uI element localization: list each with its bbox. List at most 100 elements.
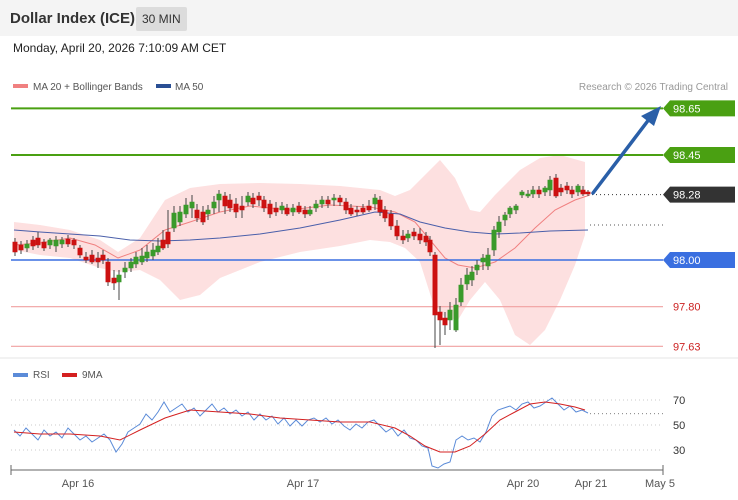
candle-body [519,191,525,196]
candle-body [388,213,394,227]
candle-body [41,241,47,249]
candle-body [122,267,128,273]
level-label-98.65: 98.65 [673,103,701,115]
candle-body [427,239,433,253]
candle-body [553,177,559,197]
candle-body [256,195,262,201]
candle-body [558,187,564,193]
candle-body [442,317,448,326]
candle-body [155,245,161,253]
candle-body [279,205,285,211]
candle-body [71,239,77,246]
candle-body [580,189,586,195]
candle-body [569,189,575,195]
x-tick-apr-17: Apr 17 [287,478,319,490]
candle-body [24,243,30,249]
candle-body [585,191,591,195]
candle-body [474,264,480,271]
time-axis: Apr 16 Apr 17 Apr 20 Apr 21 May 5 [10,465,675,490]
candle-body [469,271,475,281]
candle-body [337,197,343,203]
candle-body [200,211,206,223]
candle-body [343,201,349,211]
candle-body [296,205,302,213]
candle-body [564,185,570,191]
candle-body [267,203,273,215]
candle-body [77,247,83,256]
candle-body [313,203,319,209]
x-tick-apr-20: Apr 20 [507,478,539,490]
rsi-ma-legend-label: 9MA [82,370,103,381]
candle-body [227,199,233,209]
candle-body [35,237,41,246]
candle-body [377,199,383,213]
candle-body [348,207,354,215]
candle-body [83,256,89,261]
candle-body [165,231,171,245]
candle-body [222,195,228,207]
candle-body [30,239,36,247]
candle-body [453,304,459,331]
candle-body [211,201,217,209]
level-label-97.63: 97.63 [673,341,701,353]
rsi-tick-70: 70 [673,395,685,407]
ma20-legend-label: MA 20 + Bollinger Bands [33,82,143,93]
x-tick-may-5: May 5 [645,478,675,490]
rsi-tick-30: 30 [673,445,685,457]
candle-body [233,203,239,213]
candle-body [189,201,195,209]
candle-body [290,207,296,213]
candle-body [273,207,279,213]
candle-body [437,311,443,321]
candle-body [111,277,117,284]
candle-body [360,207,366,213]
candle-body [194,209,200,219]
candle-body [177,211,183,223]
candle-body [458,284,464,303]
level-label-97.80: 97.80 [673,302,701,314]
candle-body [411,231,417,237]
candle-body [496,221,502,233]
candle-body [116,274,122,283]
candle-body [128,261,134,269]
candle-body [47,239,53,246]
bollinger-band [14,155,585,345]
candle-body [530,189,536,195]
candle-body [447,309,453,321]
candle-body [216,193,222,201]
candle-body [171,212,177,229]
rsi-legend-swatch [13,373,28,377]
candle-body [12,241,18,253]
candle-body [542,187,548,193]
candle-body [485,254,491,267]
price-legend: MA 20 + Bollinger Bands MA 50 [13,82,204,93]
level-label-98.45: 98.45 [673,150,701,162]
candle-body [250,197,256,205]
candle-body [150,249,156,257]
candle-body [319,199,325,205]
candle-body [400,235,406,241]
candle-body [513,205,519,211]
credit-text: Research © 2026 Trading Central [579,82,728,93]
ma50-legend-swatch [156,84,171,88]
candle-body [464,274,470,285]
candle-body [205,209,211,215]
candle-body [354,209,360,213]
candle-body [382,209,388,219]
candle-body [372,197,378,205]
rsi-legend-label: RSI [33,370,50,381]
candle-body [160,239,166,249]
candle-body [59,239,65,245]
candle-body [284,207,290,215]
candle-body [366,205,372,211]
candle-body [417,233,423,241]
candle-body [302,209,308,215]
candle-body [89,254,95,263]
x-tick-apr-21: Apr 21 [575,478,607,490]
candle-body [491,229,497,251]
candle-body [144,251,150,259]
rsi-tick-50: 50 [673,420,685,432]
level-label-98.00: 98.00 [673,255,701,267]
level-label-98.28: 98.28 [673,190,701,202]
chart-canvas: MA 20 + Bollinger Bands MA 50 Research ©… [0,82,738,490]
